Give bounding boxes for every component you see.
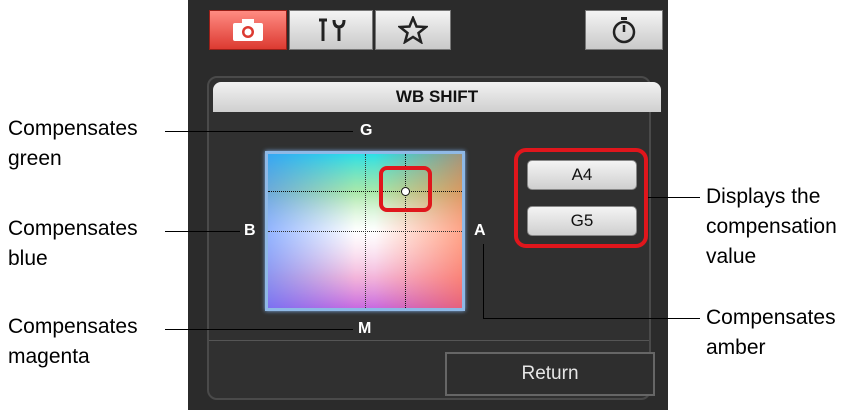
callout-line-magenta (165, 329, 353, 330)
axis-label-magenta: M (358, 320, 372, 337)
callout-line-value (648, 197, 700, 198)
callout-magenta: Compensates magenta (8, 312, 138, 372)
wb-shift-title: WB SHIFT (213, 82, 661, 112)
timer-icon (612, 17, 636, 44)
callout-value: Displays the compensation value (706, 182, 837, 272)
tab-shooting[interactable] (209, 10, 287, 50)
callout-amber: Compensates amber (706, 303, 836, 363)
star-icon (398, 16, 428, 44)
cursor-line-h (268, 191, 462, 192)
tools-icon (319, 18, 346, 41)
return-button[interactable]: Return (445, 352, 655, 396)
grid-center-line-v (365, 154, 366, 308)
camera-icon (233, 19, 263, 41)
cursor-highlight (379, 166, 432, 212)
value-highlight (514, 148, 648, 248)
tab-timer[interactable] (585, 10, 663, 50)
tab-setup[interactable] (289, 10, 373, 50)
wb-shift-grid[interactable] (265, 151, 465, 311)
callout-value-text: Displays the compensation value (706, 185, 837, 268)
callout-blue: Compensates blue (8, 214, 138, 274)
axis-label-green: G (360, 122, 373, 139)
callout-line-amber (483, 244, 484, 319)
callout-amber-text: Compensates amber (706, 306, 836, 359)
callout-line-amber-h (483, 318, 700, 319)
callout-blue-text: Compensates blue (8, 217, 138, 270)
axis-label-amber: A (474, 222, 486, 239)
callout-green-text: Compensates green (8, 117, 138, 170)
callout-green: Compensates green (8, 114, 138, 174)
tab-my-menu[interactable] (375, 10, 451, 50)
callout-magenta-text: Compensates magenta (8, 315, 138, 368)
axis-label-blue: B (244, 222, 256, 239)
callout-line-blue (165, 231, 240, 232)
divider (209, 340, 649, 341)
callout-line-green (165, 131, 353, 132)
